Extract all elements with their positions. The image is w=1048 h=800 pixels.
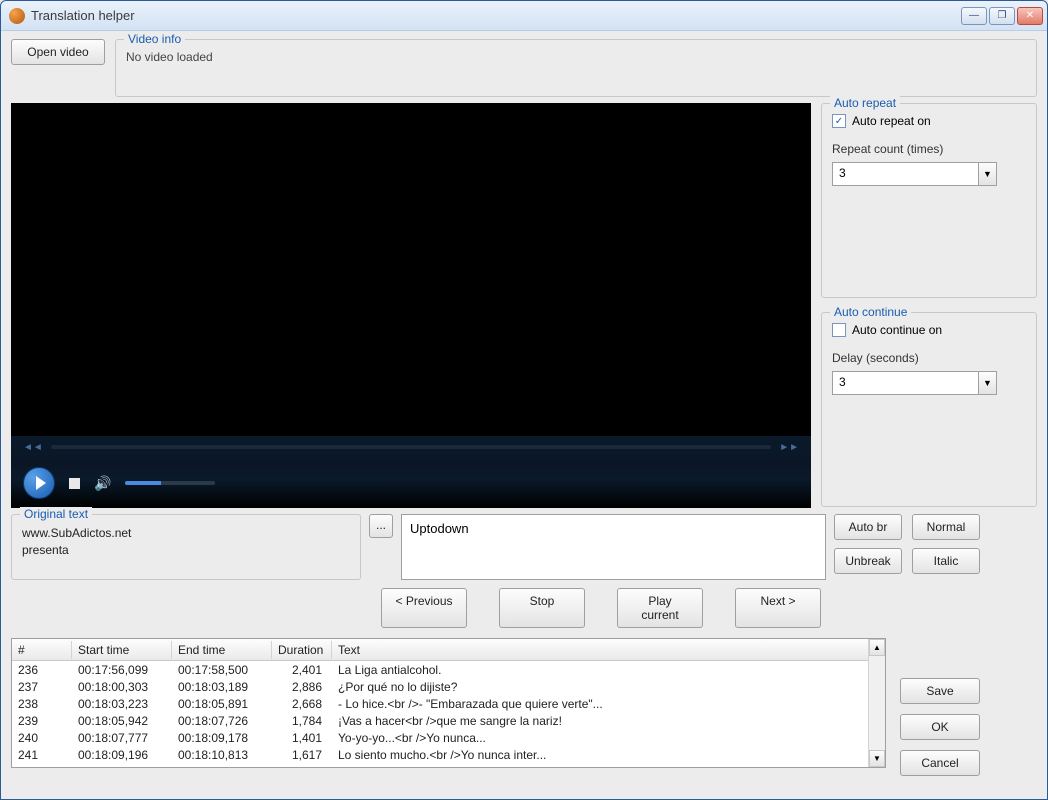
col-start-time[interactable]: Start time bbox=[72, 641, 172, 659]
nav-buttons-row: < Previous Stop Play current Next > bbox=[381, 586, 821, 632]
window-title: Translation helper bbox=[31, 8, 961, 23]
next-button[interactable]: Next > bbox=[735, 588, 821, 628]
window-controls: — ❐ ✕ bbox=[961, 7, 1043, 25]
table-body: 23600:17:56,09900:17:58,5002,401La Liga … bbox=[12, 661, 885, 767]
unbreak-button[interactable]: Unbreak bbox=[834, 548, 902, 574]
seek-forward-icon[interactable]: ►► bbox=[779, 442, 799, 453]
seek-slider[interactable] bbox=[51, 445, 771, 449]
previous-button[interactable]: < Previous bbox=[381, 588, 467, 628]
volume-icon[interactable]: 🔊 bbox=[94, 475, 111, 492]
auto-continue-legend: Auto continue bbox=[830, 305, 911, 319]
stop-button[interactable]: Stop bbox=[499, 588, 585, 628]
auto-continue-checkbox-label: Auto continue on bbox=[852, 323, 942, 337]
video-player[interactable]: ◄◄ ►► 🔊 bbox=[11, 103, 811, 508]
browse-button[interactable]: ... bbox=[369, 514, 393, 538]
chevron-down-icon[interactable]: ▼ bbox=[978, 163, 996, 185]
auto-br-button[interactable]: Auto br bbox=[834, 514, 902, 540]
italic-button[interactable]: Italic bbox=[912, 548, 980, 574]
scroll-track[interactable] bbox=[869, 656, 885, 750]
video-info-status: No video loaded bbox=[126, 50, 1026, 64]
video-info-legend: Video info bbox=[124, 32, 185, 46]
play-button[interactable] bbox=[23, 467, 55, 499]
original-text-line2: presenta bbox=[22, 542, 350, 559]
auto-repeat-checkbox-label: Auto repeat on bbox=[852, 114, 931, 128]
play-icon bbox=[36, 476, 46, 490]
translation-input[interactable]: Uptodown bbox=[401, 514, 826, 580]
scroll-up-icon[interactable]: ▲ bbox=[869, 639, 885, 656]
chevron-down-icon[interactable]: ▼ bbox=[978, 372, 996, 394]
repeat-count-combo[interactable]: 3 ▼ bbox=[832, 162, 997, 186]
original-text-content: www.SubAdictos.net presenta bbox=[22, 525, 350, 559]
vertical-scrollbar[interactable]: ▲ ▼ bbox=[868, 639, 885, 767]
delay-value: 3 bbox=[833, 372, 978, 394]
auto-continue-checkbox[interactable] bbox=[832, 323, 846, 337]
repeat-count-value: 3 bbox=[833, 163, 978, 185]
scroll-down-icon[interactable]: ▼ bbox=[869, 750, 885, 767]
maximize-button[interactable]: ❐ bbox=[989, 7, 1015, 25]
subtitle-table[interactable]: # Start time End time Duration Text 2360… bbox=[11, 638, 886, 768]
seek-back-icon[interactable]: ◄◄ bbox=[23, 442, 43, 453]
open-video-button[interactable]: Open video bbox=[11, 39, 105, 65]
app-icon bbox=[9, 8, 25, 24]
table-row[interactable]: 24100:18:09,19600:18:10,8131,617Lo sient… bbox=[12, 746, 885, 763]
auto-repeat-checkbox[interactable]: ✓ bbox=[832, 114, 846, 128]
original-text-legend: Original text bbox=[20, 507, 92, 521]
table-row[interactable]: 23800:18:03,22300:18:05,8912,668- Lo hic… bbox=[12, 695, 885, 712]
repeat-count-label: Repeat count (times) bbox=[832, 142, 1026, 156]
table-row[interactable]: 23600:17:56,09900:17:58,5002,401La Liga … bbox=[12, 661, 885, 678]
delay-label: Delay (seconds) bbox=[832, 351, 1026, 365]
stop-button[interactable] bbox=[69, 478, 80, 489]
table-row[interactable]: 23900:18:05,94200:18:07,7261,784¡Vas a h… bbox=[12, 712, 885, 729]
titlebar[interactable]: Translation helper — ❐ ✕ bbox=[1, 1, 1047, 31]
auto-repeat-legend: Auto repeat bbox=[830, 96, 900, 110]
cancel-button[interactable]: Cancel bbox=[900, 750, 980, 776]
video-info-group: Video info No video loaded bbox=[115, 39, 1037, 97]
save-button[interactable]: Save bbox=[900, 678, 980, 704]
table-row[interactable]: 24000:18:07,77700:18:09,1781,401Yo-yo-yo… bbox=[12, 729, 885, 746]
minimize-button[interactable]: — bbox=[961, 7, 987, 25]
original-text-group: Original text www.SubAdictos.net present… bbox=[11, 514, 361, 580]
close-button[interactable]: ✕ bbox=[1017, 7, 1043, 25]
normal-button[interactable]: Normal bbox=[912, 514, 980, 540]
ok-button[interactable]: OK bbox=[900, 714, 980, 740]
content-area: Open video Video info No video loaded ◄◄… bbox=[1, 31, 1047, 799]
original-text-line1: www.SubAdictos.net bbox=[22, 525, 350, 542]
play-current-button[interactable]: Play current bbox=[617, 588, 703, 628]
table-header: # Start time End time Duration Text bbox=[12, 639, 885, 661]
auto-continue-group: Auto continue Auto continue on Delay (se… bbox=[821, 312, 1037, 507]
auto-repeat-group: Auto repeat ✓ Auto repeat on Repeat coun… bbox=[821, 103, 1037, 298]
col-text[interactable]: Text bbox=[332, 641, 885, 659]
col-duration[interactable]: Duration bbox=[272, 641, 332, 659]
volume-slider[interactable] bbox=[125, 481, 215, 485]
col-number[interactable]: # bbox=[12, 641, 72, 659]
player-controls-bar: ◄◄ ►► 🔊 bbox=[11, 436, 811, 508]
translation-helper-window: Translation helper — ❐ ✕ Open video Vide… bbox=[0, 0, 1048, 800]
delay-combo[interactable]: 3 ▼ bbox=[832, 371, 997, 395]
table-row[interactable]: 23700:18:00,30300:18:03,1892,886¿Por qué… bbox=[12, 678, 885, 695]
col-end-time[interactable]: End time bbox=[172, 641, 272, 659]
